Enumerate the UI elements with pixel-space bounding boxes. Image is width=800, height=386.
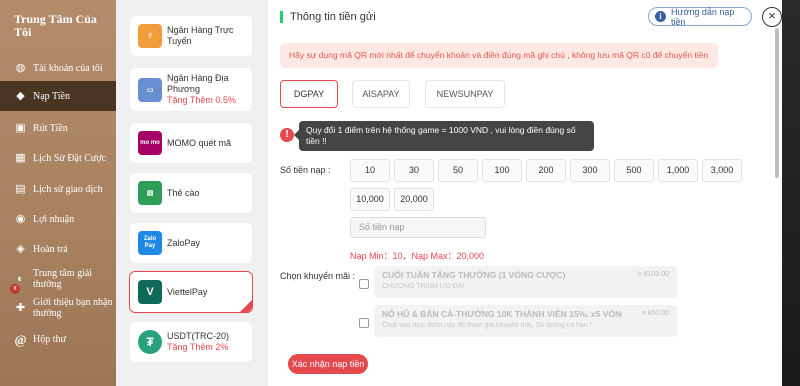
sidebar-item-label: Hoàn trả bbox=[33, 243, 68, 255]
sidebar-item-referral[interactable]: ✚ Giới thiệu bạn nhận thưởng bbox=[0, 297, 116, 319]
sidebar-item-profit[interactable]: ◉ Lợi nhuận bbox=[0, 212, 116, 226]
amount-option[interactable]: 20,000 bbox=[394, 188, 434, 211]
guide-label: Hướng dẫn nạp tiền bbox=[670, 6, 735, 27]
sidebar-item-label: Tài khoản của tôi bbox=[33, 62, 103, 74]
amount-option[interactable]: 300 bbox=[570, 159, 610, 182]
promo-checkbox[interactable] bbox=[359, 318, 369, 328]
sidebar-item-inbox[interactable]: @ Hộp thư bbox=[0, 332, 116, 346]
method-usdt[interactable]: ₮ USDT(TRC-20) Tặng Thêm 2% bbox=[129, 321, 253, 363]
sidebar-title: Trung Tâm Của Tôi bbox=[14, 12, 97, 39]
sidebar-item-withdraw[interactable]: ▣ Rút Tiền bbox=[0, 121, 116, 135]
profit-icon: ◉ bbox=[15, 212, 26, 225]
method-label: USDT(TRC-20) bbox=[167, 331, 229, 341]
amount-option[interactable]: 10 bbox=[350, 159, 390, 182]
sidebar-item-label: Lịch sử giao dịch bbox=[33, 183, 103, 195]
notification-badge: x bbox=[10, 284, 20, 294]
backdrop bbox=[782, 0, 800, 386]
sidebar-item-account[interactable]: ◍ Tài khoản của tôi bbox=[0, 61, 116, 75]
promo-title: NỔ HŨ & BẮN CÁ-THƯỞNG 10K THÀNH VIÊN 15%… bbox=[382, 309, 622, 319]
promo-label: Chọn khuyến mãi : bbox=[280, 271, 356, 281]
min-max-text: Nạp Min：10，Nạp Max：20,000 bbox=[350, 251, 485, 261]
exchange-rate-tooltip: Quy đổi 1 điểm trên hệ thống game = 1000… bbox=[294, 121, 594, 151]
promo-checkbox[interactable] bbox=[359, 279, 369, 289]
method-bonus: Tặng Thêm 0.5% bbox=[167, 95, 236, 105]
sidebar-item-label: Trung tâm giải thưởng bbox=[33, 268, 93, 290]
zalopay-icon: Zalo Pay bbox=[138, 231, 162, 255]
promo-range: > 8100.00 bbox=[637, 271, 669, 278]
sidebar-item-refund[interactable]: ◈ Hoàn trả bbox=[0, 242, 116, 256]
transaction-icon: ▤ bbox=[15, 182, 26, 195]
method-label: ViettelPay bbox=[167, 286, 208, 297]
warning-icon: ! bbox=[280, 128, 294, 142]
tab-aisapay[interactable]: AISAPAY bbox=[352, 80, 410, 108]
referral-icon: ✚ bbox=[15, 301, 26, 314]
sidebar-item-transactions[interactable]: ▤ Lịch sử giao dịch bbox=[0, 182, 116, 196]
user-icon: ◍ bbox=[15, 61, 26, 74]
method-momo[interactable]: mo mo MOMO quét mã bbox=[129, 122, 253, 164]
bank-card-icon: ▭ bbox=[138, 77, 162, 102]
method-local-bank[interactable]: ▭ Ngân Hàng Địa Phương Tặng Thêm 0.5% bbox=[129, 67, 253, 112]
sidebar: Trung Tâm Của Tôi ◍ Tài khoản của tôi ◆ … bbox=[0, 0, 116, 386]
deposit-panel: Thông tin tiền gửi i Hướng dẫn nạp tiền … bbox=[268, 0, 782, 386]
amount-option[interactable]: 50 bbox=[438, 159, 478, 182]
promo-subtitle: Click vào mục dưới này để tham gia khuyế… bbox=[382, 322, 592, 329]
close-button[interactable]: × bbox=[762, 7, 782, 27]
promo-subtitle: CHƯƠNG TRÌNH ƯU ĐÃI bbox=[382, 283, 465, 290]
amount-option[interactable]: 1,000 bbox=[658, 159, 698, 182]
method-viettelpay[interactable]: V ViettelPay bbox=[129, 271, 253, 313]
sidebar-item-label: Rút Tiền bbox=[33, 122, 68, 134]
method-scratch-card[interactable]: ▤ Thẻ cào bbox=[129, 172, 253, 214]
amount-option[interactable]: 200 bbox=[526, 159, 566, 182]
bet-history-icon: ▦ bbox=[15, 151, 26, 164]
method-label: Ngân Hàng Địa Phương bbox=[167, 73, 229, 94]
wallet-icon: ◆ bbox=[16, 89, 25, 102]
sidebar-item-label: Lịch Sử Đặt Cược bbox=[33, 152, 107, 164]
promo-option[interactable]: NỔ HŨ & BẮN CÁ-THƯỞNG 10K THÀNH VIÊN 15%… bbox=[374, 305, 677, 337]
refund-icon: ◈ bbox=[16, 242, 25, 255]
page-title: Thông tin tiền gửi bbox=[280, 11, 376, 23]
withdraw-icon: ▣ bbox=[15, 121, 26, 134]
sidebar-item-deposit[interactable]: ◆ Nạp Tiền bbox=[0, 81, 116, 111]
promo-range: > 850.00 bbox=[641, 310, 669, 317]
method-label: Ngân Hàng Trực Tuyến bbox=[167, 25, 234, 46]
payment-method-list: ₫ Ngân Hàng Trực Tuyến ▭ Ngân Hàng Địa P… bbox=[116, 0, 268, 386]
tab-newsunpay[interactable]: NEWSUNPAY bbox=[425, 80, 505, 108]
amount-option[interactable]: 3,000 bbox=[702, 159, 742, 182]
deposit-guide-button[interactable]: i Hướng dẫn nạp tiền bbox=[648, 6, 752, 27]
usdt-icon: ₮ bbox=[138, 330, 162, 354]
promo-title: CUỐI TUẦN TẶNG THƯỞNG (1 VÒNG CƯỢC) bbox=[382, 270, 566, 280]
selected-corner-icon bbox=[240, 300, 252, 312]
method-label: ZaloPay bbox=[167, 237, 201, 248]
amount-input[interactable]: Số tiền nạp bbox=[350, 217, 486, 238]
sidebar-item-bet-history[interactable]: ▦ Lịch Sử Đặt Cược bbox=[0, 151, 116, 165]
online-bank-icon: ₫ bbox=[138, 24, 162, 48]
sidebar-item-label: Nạp Tiền bbox=[33, 90, 70, 102]
amount-option[interactable]: 100 bbox=[482, 159, 522, 182]
amount-label: Số tiền nạp : bbox=[280, 165, 331, 175]
promo-option[interactable]: CUỐI TUẦN TẶNG THƯỞNG (1 VÒNG CƯỢC) CHƯƠ… bbox=[374, 266, 677, 298]
notice-banner: Hãy sự dụng mã QR mới nhất để chuyển kho… bbox=[280, 43, 718, 68]
momo-icon: mo mo bbox=[138, 131, 162, 155]
viettelpay-icon: V bbox=[138, 280, 162, 304]
method-online-banking[interactable]: ₫ Ngân Hàng Trực Tuyến bbox=[129, 15, 253, 57]
amount-option[interactable]: 10,000 bbox=[350, 188, 390, 211]
sidebar-item-label: Hộp thư bbox=[33, 333, 66, 345]
scratch-card-icon: ▤ bbox=[138, 181, 162, 205]
method-label: Thẻ cào bbox=[167, 187, 200, 198]
sidebar-item-label: Lợi nhuận bbox=[33, 213, 75, 225]
method-label: MOMO quét mã bbox=[167, 137, 232, 148]
sidebar-item-label: Giới thiệu bạn nhận thưởng bbox=[33, 297, 113, 319]
amount-option[interactable]: 500 bbox=[614, 159, 654, 182]
scrollbar[interactable] bbox=[775, 28, 779, 178]
mail-icon: @ bbox=[14, 331, 27, 347]
info-icon: i bbox=[655, 11, 666, 22]
method-zalopay[interactable]: Zalo Pay ZaloPay bbox=[129, 222, 253, 264]
method-bonus: Tặng Thêm 2% bbox=[167, 342, 229, 352]
tab-dgpay[interactable]: DGPAY bbox=[280, 80, 338, 108]
confirm-deposit-button[interactable]: Xác nhận nạp tiền bbox=[288, 354, 368, 374]
amount-option[interactable]: 30 bbox=[394, 159, 434, 182]
